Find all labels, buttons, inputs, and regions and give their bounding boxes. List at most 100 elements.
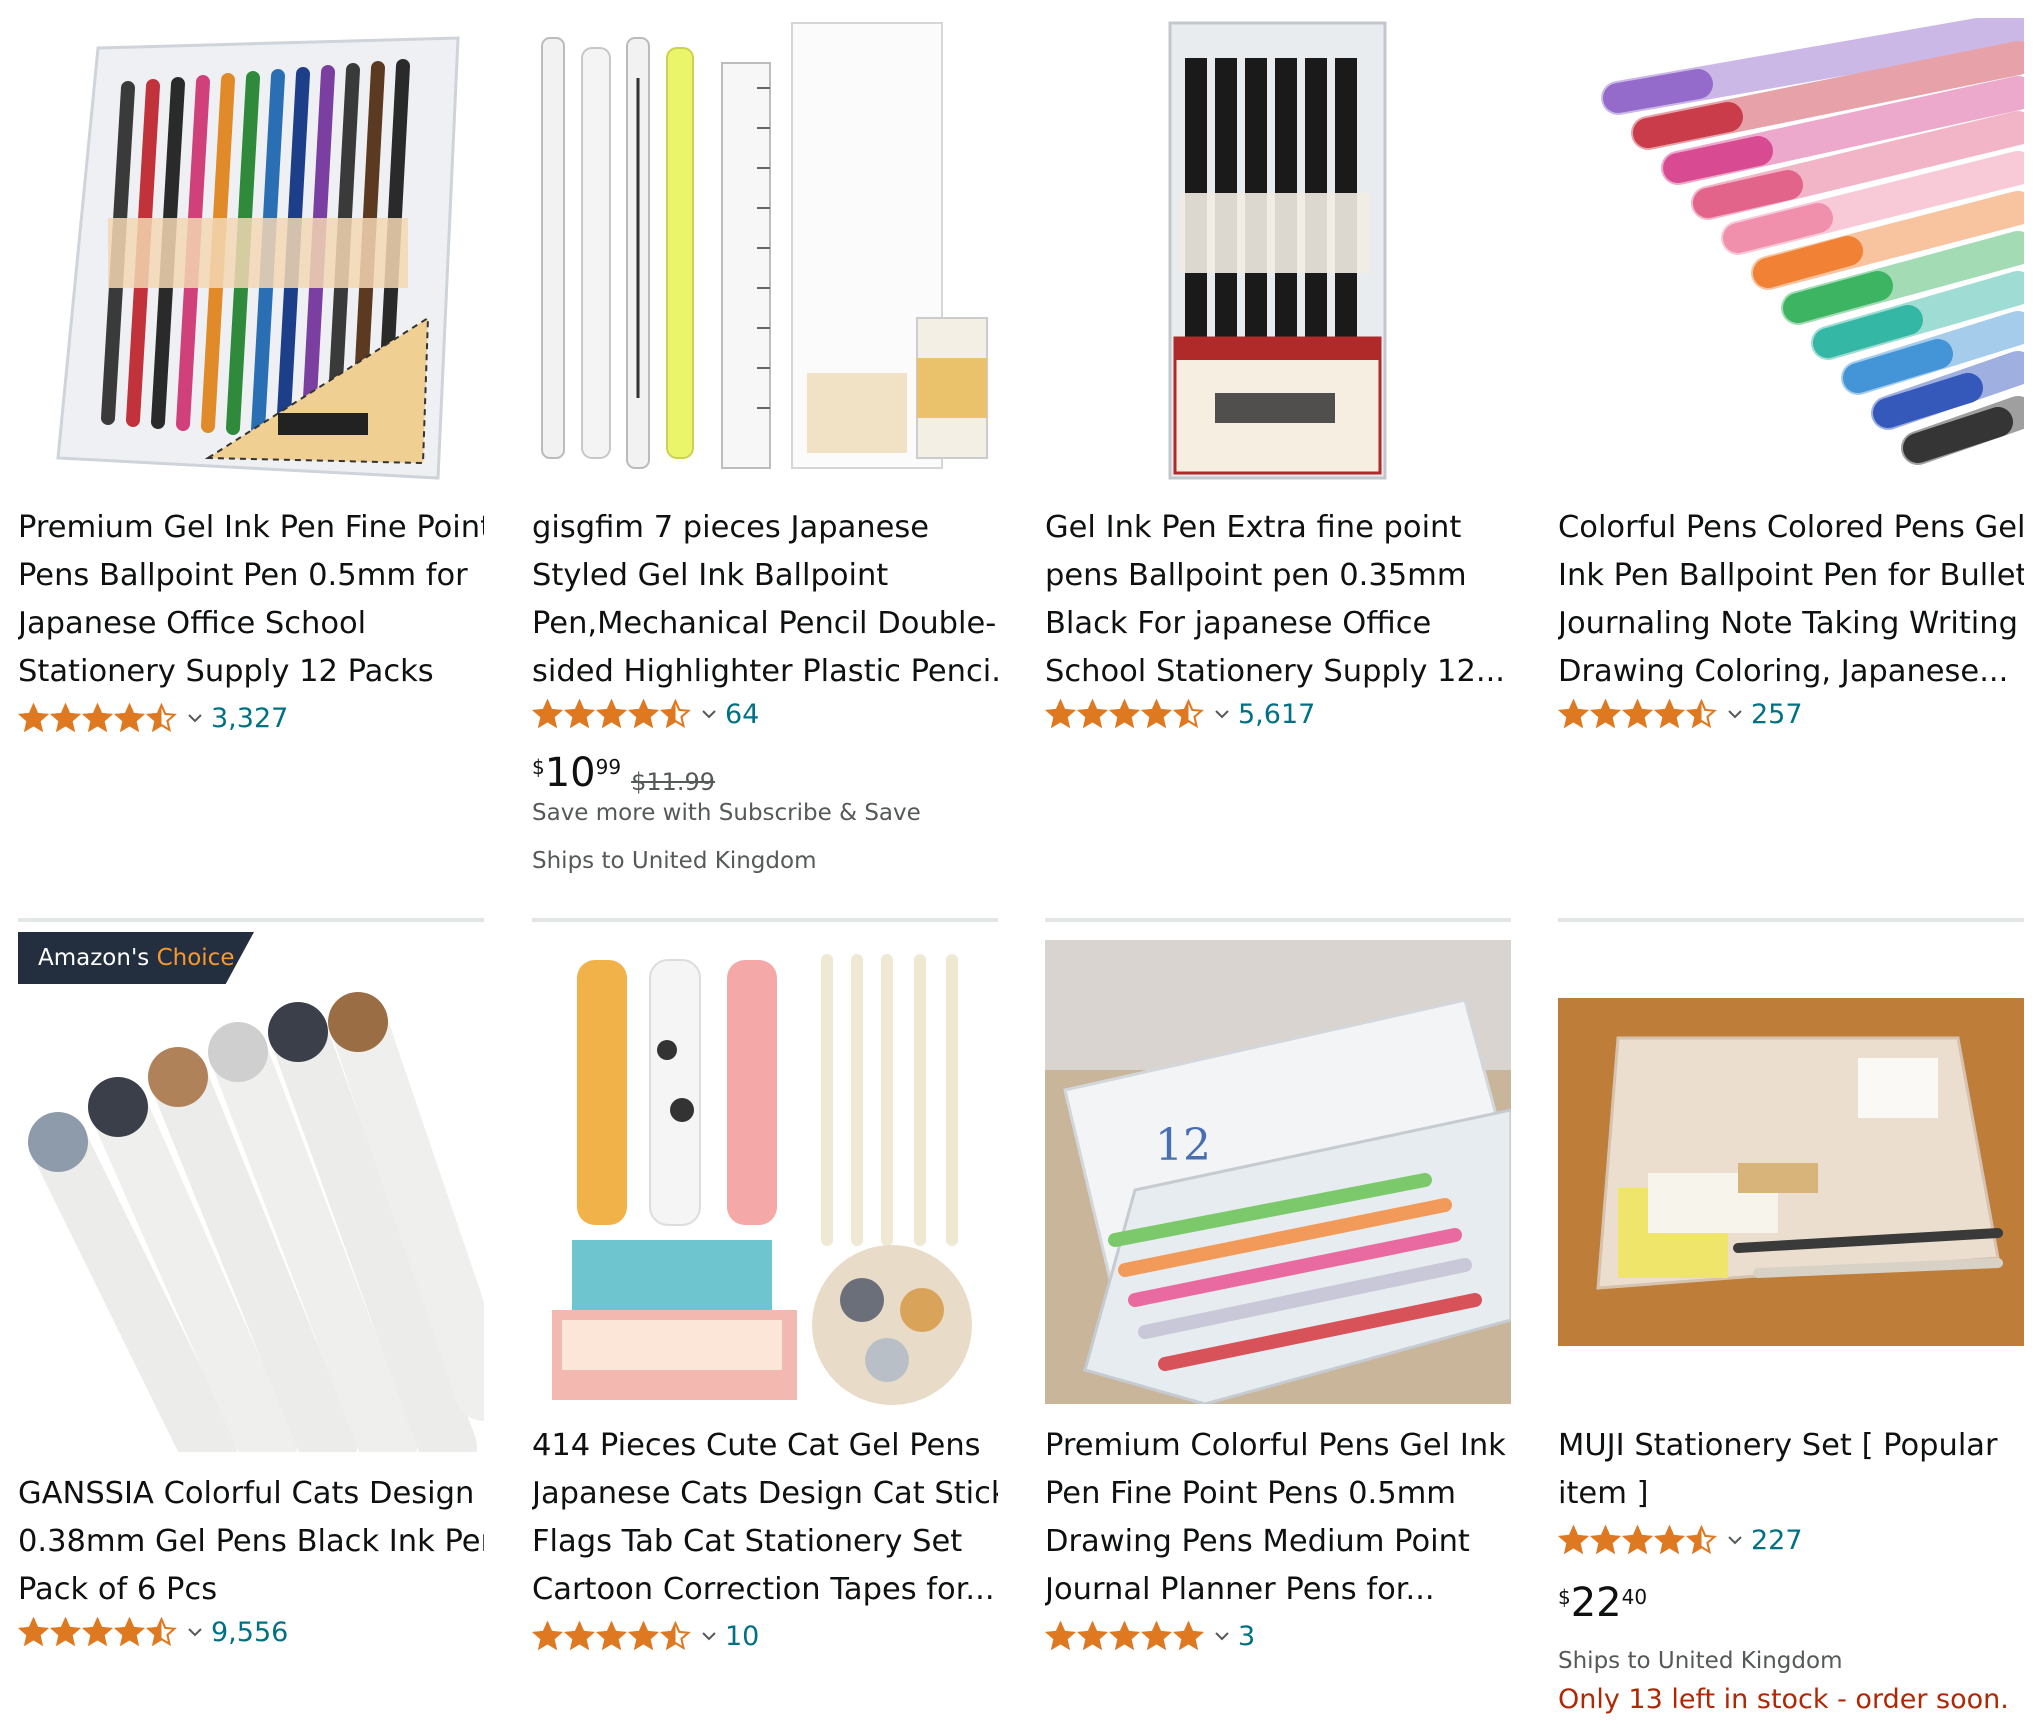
shipping-note: Ships to United Kingdom: [532, 848, 817, 874]
product-image-jihekj-pens[interactable]: 12: [1045, 940, 1511, 1404]
product-title-line[interactable]: Journaling Note Taking Writing: [1558, 600, 2024, 648]
product-title[interactable]: Gel Ink Pen Extra fine point pens Ballpo…: [1045, 504, 1511, 696]
star-icon: [596, 1620, 627, 1650]
product-title-line[interactable]: Japanese Office School: [18, 600, 484, 648]
rating-count-link[interactable]: 9,556: [211, 1617, 288, 1648]
product-title-line[interactable]: Premium Colorful Pens Gel Ink: [1045, 1422, 1511, 1470]
star-rating[interactable]: [18, 702, 177, 734]
chevron-down-icon[interactable]: [1212, 1626, 1232, 1646]
product-title[interactable]: 414 Pieces Cute Cat Gel Pens Japanese Ca…: [532, 1422, 998, 1614]
product-title-line[interactable]: Black For japanese Office: [1045, 600, 1511, 648]
product-title-line[interactable]: GANSSIA Colorful Cats Design: [18, 1470, 484, 1518]
product-image-graphic: [1558, 18, 2024, 480]
chevron-down-icon[interactable]: [699, 704, 719, 724]
product-image-colorful-pens[interactable]: [1558, 18, 2024, 480]
rating-count-link[interactable]: 3: [1238, 1621, 1255, 1652]
star-rating[interactable]: [1045, 1620, 1204, 1652]
star-icon: [1109, 698, 1140, 728]
product-title-line[interactable]: Stationery Supply 12 Packs: [18, 648, 484, 696]
product-title-line[interactable]: pens Ballpoint pen 0.35mm: [1045, 552, 1511, 600]
product-title-line[interactable]: Pen,Mechanical Pencil Double-: [532, 600, 998, 648]
product-card: Amazon's Choice GANSSIA Colorful Cats De…: [18, 918, 484, 1678]
chevron-down-icon[interactable]: [1725, 1530, 1745, 1550]
product-title-line[interactable]: Ink Pen Ballpoint Pen for Bullet: [1558, 552, 2024, 600]
product-title-line[interactable]: Flags Tab Cat Stationery Set: [532, 1518, 998, 1566]
product-title[interactable]: MUJI Stationery Set [ Popular item ]: [1558, 1422, 2024, 1518]
product-image-graphic: 12: [1045, 940, 1511, 1404]
product-title[interactable]: Premium Gel Ink Pen Fine Point Pens Ball…: [18, 504, 484, 696]
product-title-line[interactable]: Japanese Cats Design Cat Sticky: [532, 1470, 998, 1518]
star-rating[interactable]: [1045, 698, 1204, 730]
product-title-line[interactable]: Drawing Pens Medium Point: [1045, 1518, 1511, 1566]
subscribe-save-note: Save more with Subscribe & Save: [532, 800, 921, 826]
product-title-line[interactable]: Pens Ballpoint Pen 0.5mm for: [18, 552, 484, 600]
star-rating[interactable]: [532, 1620, 691, 1652]
chevron-down-icon[interactable]: [185, 1622, 205, 1642]
product-title-line[interactable]: Drawing Coloring, Japanese...: [1558, 648, 2024, 696]
product-image-gel-pen-035[interactable]: [1045, 18, 1511, 480]
rating-count-link[interactable]: 5,617: [1238, 699, 1315, 730]
price-symbol: $: [532, 755, 545, 779]
price[interactable]: $ 22 40: [1558, 1582, 1647, 1624]
star-icon: [1686, 1524, 1717, 1554]
product-title-line[interactable]: Pack of 6 Pcs: [18, 1566, 484, 1614]
product-title-line[interactable]: Journal Planner Pens for...: [1045, 1566, 1511, 1614]
star-icon: [1141, 1620, 1172, 1650]
star-icon: [1622, 1524, 1653, 1554]
rating-count-link[interactable]: 10: [725, 1621, 759, 1652]
amazons-choice-badge: Amazon's Choice: [18, 932, 254, 984]
product-title-line[interactable]: MUJI Stationery Set [ Popular: [1558, 1422, 2024, 1470]
chevron-down-icon[interactable]: [699, 1626, 719, 1646]
rating-row: 227: [1558, 1520, 1803, 1560]
rating-count-link[interactable]: 64: [725, 699, 759, 730]
product-image-cat-pens[interactable]: [18, 992, 484, 1452]
product-title-line[interactable]: School Stationery Supply 12...: [1045, 648, 1511, 696]
star-rating[interactable]: [532, 698, 691, 730]
product-title[interactable]: Premium Colorful Pens Gel Ink Pen Fine P…: [1045, 1422, 1511, 1614]
star-icon: [564, 1620, 595, 1650]
product-card: MUJI Stationery Set [ Popular item ] 227…: [1558, 918, 2024, 1718]
rating-count-link[interactable]: 227: [1751, 1525, 1803, 1556]
chevron-down-icon[interactable]: [185, 708, 205, 728]
star-icon: [1590, 698, 1621, 728]
product-title-line[interactable]: Colorful Pens Colored Pens Gel: [1558, 504, 2024, 552]
star-icon: [82, 1616, 113, 1646]
product-title-line[interactable]: Premium Gel Ink Pen Fine Point: [18, 504, 484, 552]
row-divider: [18, 918, 484, 922]
rating-row: 3: [1045, 1616, 1255, 1656]
product-image-gel-pen-12-pack[interactable]: [18, 18, 484, 480]
product-image-cat-stationery-set[interactable]: [532, 940, 998, 1412]
product-title-line[interactable]: gisgfim 7 pieces Japanese: [532, 504, 998, 552]
price[interactable]: $ 10 99 $11.99: [532, 752, 715, 796]
product-title-line[interactable]: Pen Fine Point Pens 0.5mm: [1045, 1470, 1511, 1518]
product-image-gisgfim-set[interactable]: [532, 18, 998, 480]
product-image-muji-set[interactable]: [1558, 998, 2024, 1346]
star-icon: [18, 1616, 49, 1646]
chevron-down-icon[interactable]: [1725, 704, 1745, 724]
star-icon: [596, 698, 627, 728]
chevron-down-icon[interactable]: [1212, 704, 1232, 724]
rating-row: 10: [532, 1616, 759, 1656]
product-title[interactable]: gisgfim 7 pieces Japanese Styled Gel Ink…: [532, 504, 998, 696]
rating-count-link[interactable]: 257: [1751, 699, 1803, 730]
product-title-line[interactable]: item ]: [1558, 1470, 2024, 1518]
rating-count-link[interactable]: 3,327: [211, 703, 288, 734]
product-title-line[interactable]: Styled Gel Ink Ballpoint: [532, 552, 998, 600]
product-title-line[interactable]: 0.38mm Gel Pens Black Ink Pen: [18, 1518, 484, 1566]
product-title[interactable]: Colorful Pens Colored Pens Gel Ink Pen B…: [1558, 504, 2024, 696]
product-title-line[interactable]: Gel Ink Pen Extra fine point: [1045, 504, 1511, 552]
product-title-line[interactable]: sided Highlighter Plastic Penci...: [532, 648, 998, 696]
star-rating[interactable]: [1558, 1524, 1717, 1556]
list-price-strikethrough: $11.99: [631, 768, 716, 796]
star-icon: [628, 1620, 659, 1650]
product-title-line[interactable]: Cartoon Correction Tapes for...: [532, 1566, 998, 1614]
product-title[interactable]: GANSSIA Colorful Cats Design 0.38mm Gel …: [18, 1470, 484, 1614]
product-title-line[interactable]: 414 Pieces Cute Cat Gel Pens: [532, 1422, 998, 1470]
rating-row: 257: [1558, 694, 1803, 734]
product-card: gisgfim 7 pieces Japanese Styled Gel Ink…: [532, 0, 998, 900]
star-rating[interactable]: [18, 1616, 177, 1648]
star-icon: [1045, 698, 1076, 728]
star-icon: [1141, 698, 1172, 728]
star-icon: [532, 1620, 563, 1650]
star-rating[interactable]: [1558, 698, 1717, 730]
